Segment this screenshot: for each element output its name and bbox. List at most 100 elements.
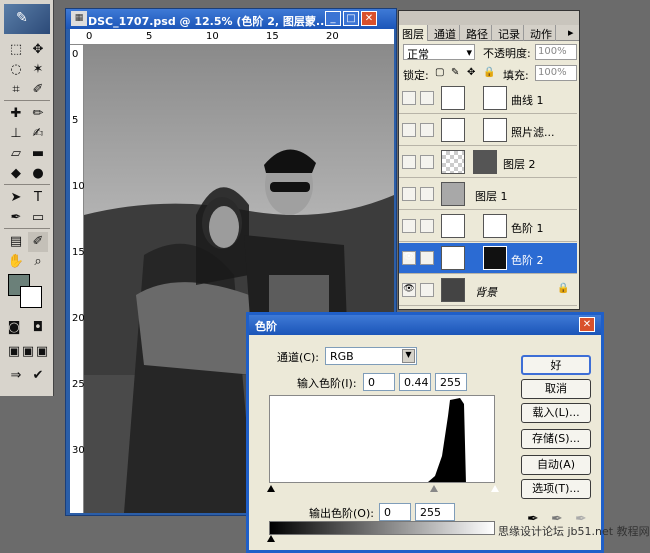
levels-adjustment-icon (441, 246, 465, 270)
dialog-title: 色阶 (249, 315, 601, 335)
eye-icon[interactable]: 👁 (402, 251, 416, 265)
marquee-tool-icon[interactable]: ⬚ (6, 40, 26, 60)
visibility-toggle[interactable] (402, 155, 416, 169)
horizontal-ruler: 0 5 10 15 20 (70, 29, 394, 45)
link-toggle[interactable] (420, 283, 434, 297)
layer-row-levels-1[interactable]: 色阶 1 (399, 211, 577, 242)
healing-brush-tool-icon[interactable]: ✚ (6, 104, 26, 124)
channel-select[interactable]: RGB ▼ (325, 347, 417, 365)
tab-channels[interactable]: 通道 (431, 25, 460, 41)
load-button[interactable]: 载入(L)... (521, 403, 591, 423)
input-white-field[interactable]: 255 (435, 373, 467, 391)
link-toggle[interactable] (420, 123, 434, 137)
save-button[interactable]: 存储(S)... (521, 429, 591, 449)
maximize-button[interactable]: □ (343, 11, 359, 26)
dodge-tool-icon[interactable]: ● (28, 164, 48, 184)
fill-label: 填充: (503, 69, 529, 82)
link-toggle[interactable] (420, 187, 434, 201)
hand-tool-icon[interactable]: ✋ (6, 252, 26, 272)
standard-mode-icon[interactable]: ◙ (4, 318, 24, 338)
chevron-down-icon: ▼ (402, 349, 415, 363)
gradient-tool-icon[interactable]: ▬ (28, 144, 48, 164)
input-white-slider[interactable] (491, 485, 499, 492)
history-brush-tool-icon[interactable]: ✍ (28, 124, 48, 144)
fill-field[interactable]: 100% (535, 65, 577, 81)
tab-history[interactable]: 记录 (495, 25, 524, 41)
lasso-tool-icon[interactable]: ◌ (6, 60, 26, 80)
layer-row-levels-2[interactable]: 👁 色阶 2 (399, 243, 577, 274)
path-selection-tool-icon[interactable]: ➤ (6, 188, 26, 208)
layer-row-curves-1[interactable]: 曲线 1 (399, 83, 577, 114)
tab-actions[interactable]: 动作 (527, 25, 556, 41)
eyedropper-tool-icon[interactable]: ✐ (28, 232, 48, 252)
tools-palette: ✎ ⬚ ✥ ◌ ✶ ⌗ ✐ ✚ ✏ ⊥ ✍ ▱ ▬ ◆ ● ➤ T ✒ ▭ ▤ … (0, 0, 54, 396)
channel-label: 通道(C): (277, 351, 319, 364)
close-button[interactable]: ✕ (579, 317, 595, 332)
visibility-toggle[interactable] (402, 91, 416, 105)
blend-mode-select[interactable]: 正常 ▾ (403, 44, 475, 61)
minimize-button[interactable]: _ (325, 11, 341, 26)
levels-dialog: 色阶 ✕ 通道(C): RGB ▼ 输入色阶(I): 0 0.44 255 输出… (246, 312, 604, 553)
lock-icon: 🔒 (557, 283, 570, 294)
histogram (269, 395, 495, 483)
checkmark-icon[interactable]: ✔ (28, 366, 48, 386)
brush-tool-icon[interactable]: ✏ (28, 104, 48, 124)
options-button[interactable]: 选项(T)... (521, 479, 591, 499)
tab-paths[interactable]: 路径 (463, 25, 492, 41)
panel-grip[interactable] (399, 11, 579, 25)
output-white-field[interactable]: 255 (415, 503, 455, 521)
input-black-slider[interactable] (267, 485, 275, 492)
blur-tool-icon[interactable]: ◆ (6, 164, 26, 184)
lock-position-icon[interactable]: ✥ (467, 67, 475, 78)
jump-to-imageready-icon[interactable]: ⇒ (6, 366, 26, 386)
notes-tool-icon[interactable]: ▤ (6, 232, 26, 252)
layer-row-layer-2[interactable]: 图层 2 (399, 147, 577, 178)
type-tool-icon[interactable]: T (28, 188, 48, 208)
brush-icon[interactable] (420, 251, 434, 265)
output-levels-label: 输出色阶(O): (309, 507, 374, 520)
shape-tool-icon[interactable]: ▭ (28, 208, 48, 228)
visibility-toggle[interactable] (402, 187, 416, 201)
visibility-toggle[interactable] (402, 219, 416, 233)
lock-transparency-icon[interactable]: ▢ (435, 67, 444, 78)
close-button[interactable]: ✕ (361, 11, 377, 26)
input-black-field[interactable]: 0 (363, 373, 395, 391)
background-color-swatch[interactable] (20, 286, 42, 308)
eye-icon[interactable]: 👁 (402, 283, 416, 297)
crop-tool-icon[interactable]: ⌗ (6, 80, 26, 100)
slice-tool-icon[interactable]: ✐ (28, 80, 48, 100)
full-screen-mode-icon[interactable]: ▣ (32, 342, 52, 362)
layer-row-background[interactable]: 👁 背景 🔒 (399, 275, 577, 306)
zoom-tool-icon[interactable]: ⌕ (28, 252, 48, 272)
layer-mask-thumbnail (483, 246, 507, 270)
layer-mask-thumbnail (483, 118, 507, 142)
clone-stamp-tool-icon[interactable]: ⊥ (6, 124, 26, 144)
panel-menu-icon[interactable]: ▸ (565, 25, 577, 41)
layer-row-layer-1[interactable]: 图层 1 (399, 179, 577, 210)
pen-tool-icon[interactable]: ✒ (6, 208, 26, 228)
curves-adjustment-icon (441, 86, 465, 110)
lock-image-icon[interactable]: ✎ (451, 67, 459, 78)
levels-adjustment-icon (441, 214, 465, 238)
link-toggle[interactable] (420, 219, 434, 233)
visibility-toggle[interactable] (402, 123, 416, 137)
ok-button[interactable]: 好 (521, 355, 591, 375)
tab-layers[interactable]: 图层 (399, 25, 428, 41)
quick-mask-mode-icon[interactable]: ◘ (28, 318, 48, 338)
move-tool-icon[interactable]: ✥ (28, 40, 48, 60)
layer-row-photo-filter[interactable]: 照片滤... (399, 115, 577, 146)
panel-tabs: 图层 通道 路径 记录 动作 ▸ (399, 25, 579, 41)
layers-panel: 图层 通道 路径 记录 动作 ▸ 正常 ▾ 不透明度: 100% 锁定: ▢ ✎ … (398, 10, 580, 310)
input-gamma-slider[interactable] (430, 485, 438, 492)
magic-wand-tool-icon[interactable]: ✶ (28, 60, 48, 80)
eraser-tool-icon[interactable]: ▱ (6, 144, 26, 164)
opacity-field[interactable]: 100% (535, 44, 577, 60)
output-black-field[interactable]: 0 (379, 503, 411, 521)
cancel-button[interactable]: 取消 (521, 379, 591, 399)
link-toggle[interactable] (420, 91, 434, 105)
auto-button[interactable]: 自动(A) (521, 455, 591, 475)
link-toggle[interactable] (420, 155, 434, 169)
lock-all-icon[interactable]: 🔒 (483, 67, 495, 78)
input-gamma-field[interactable]: 0.44 (399, 373, 431, 391)
output-black-slider[interactable] (267, 535, 275, 542)
